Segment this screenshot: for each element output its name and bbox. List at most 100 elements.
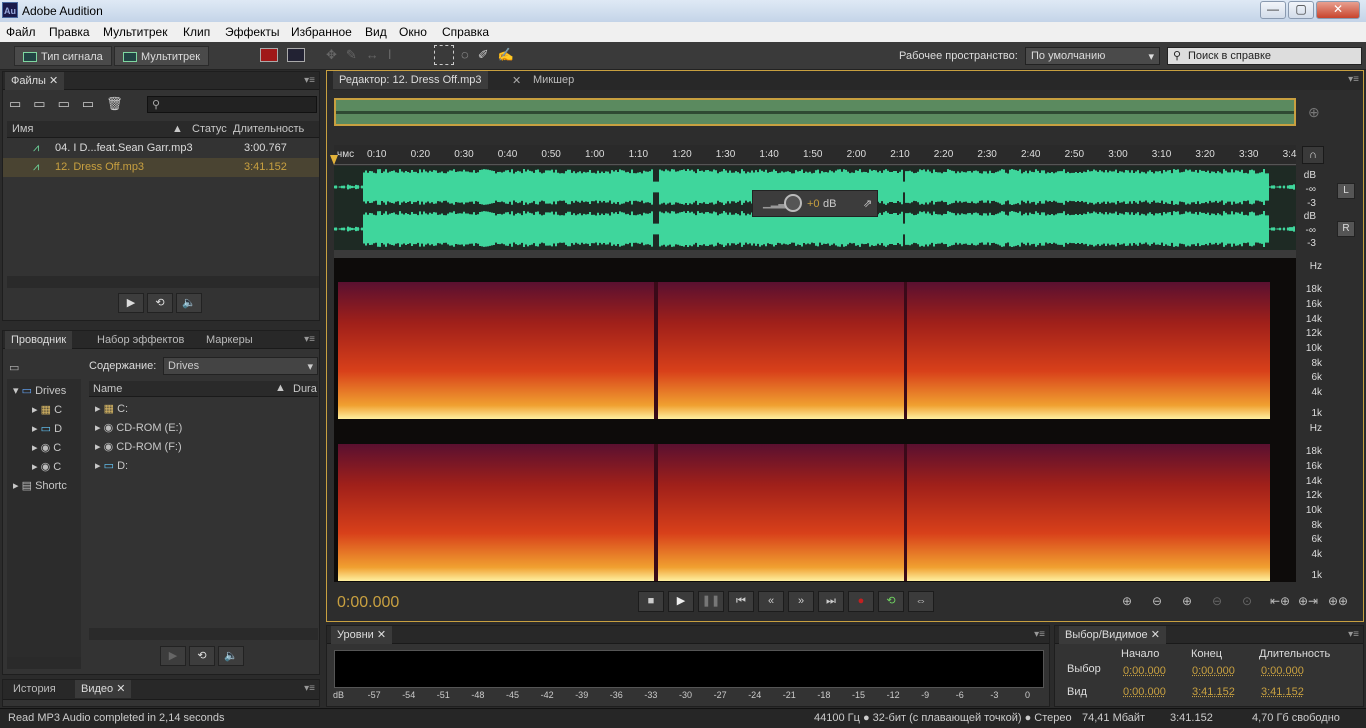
record-icon[interactable]: ●	[848, 591, 874, 612]
loop-icon[interactable]: ⟲	[878, 591, 904, 612]
tree-item[interactable]: ▸ ▤ Shortc	[7, 477, 81, 496]
skip-selection-icon[interactable]: ⇔	[908, 591, 934, 612]
panel-menu-icon[interactable]: ▾≡	[1034, 629, 1045, 640]
lasso-brush-tools[interactable]: ◌✐✍	[461, 47, 523, 63]
tree-item[interactable]: ▸ ▭ D	[7, 420, 81, 439]
zoom-out-amplitude-icon[interactable]: ⊖	[1152, 594, 1162, 608]
rewind-icon[interactable]: «	[758, 591, 784, 612]
drive-row[interactable]: ▸ ▭ D:	[89, 457, 318, 476]
drive-icon[interactable]: ▭	[9, 361, 19, 374]
tree-item[interactable]: ▾ ▭ Drives	[7, 382, 81, 401]
maximize-button[interactable]: ▢	[1288, 1, 1314, 19]
file-row[interactable]: ⩘ 04. I D...feat.Sean Garr.mp3 3:00.767	[3, 139, 319, 158]
spectral-pitch-icon[interactable]	[287, 48, 305, 62]
drive-row[interactable]: ▸ ◉ CD-ROM (F:)	[89, 438, 318, 457]
files-search-input[interactable]: ⚲	[147, 96, 317, 113]
hud-gain-control[interactable]: ▁▂▃ +0 dB ⇗	[752, 190, 878, 217]
zoom-out-point-icon[interactable]: ⊕⇥	[1298, 594, 1318, 608]
pause-icon[interactable]: ❚❚	[698, 591, 724, 612]
zoom-in-amplitude-icon[interactable]: ⊕	[1122, 594, 1132, 608]
loop-icon[interactable]: ⟲	[189, 646, 215, 666]
panel-menu-icon[interactable]: ▾≡	[1348, 74, 1359, 85]
drive-row[interactable]: ▸ ▦ C:	[89, 400, 318, 419]
panel-menu-icon[interactable]: ▾≡	[304, 75, 315, 86]
channel-l-toggle[interactable]: L	[1337, 183, 1355, 199]
play-icon[interactable]: ▶	[160, 646, 186, 666]
tree-item[interactable]: ▸ ◉ C	[7, 458, 81, 477]
horizontal-scrollbar[interactable]	[89, 628, 318, 640]
zoom-magnifier-icon[interactable]: ⊕	[1308, 104, 1320, 121]
zoom-out-time-icon[interactable]: ⊖	[1212, 594, 1222, 608]
menu-effects[interactable]: Эффекты	[225, 25, 280, 39]
waveform-view-button[interactable]: Тип сигнала	[14, 46, 112, 66]
spectral-display-left[interactable]	[334, 258, 1296, 420]
play-icon[interactable]: ▶	[118, 293, 144, 313]
current-time[interactable]: 0:00.000	[337, 594, 399, 612]
menu-favorites[interactable]: Избранное	[291, 25, 352, 39]
selection-start[interactable]: 0:00.000	[1123, 665, 1166, 677]
horizontal-scrollbar[interactable]	[7, 657, 81, 669]
close-icon[interactable]: ✕	[512, 74, 521, 87]
fast-forward-icon[interactable]: »	[788, 591, 814, 612]
column-duration[interactable]: Dura	[293, 383, 317, 395]
tab-history[interactable]: История	[7, 680, 62, 698]
tree-item[interactable]: ▸ ◉ C	[7, 439, 81, 458]
horizontal-scrollbar[interactable]	[7, 276, 319, 288]
play-icon[interactable]: ▶	[668, 591, 694, 612]
skip-end-icon[interactable]: ⏭	[818, 591, 844, 612]
tab-levels[interactable]: Уровни ✕	[331, 626, 393, 644]
tab-editor[interactable]: Редактор: 12. Dress Off.mp3	[333, 71, 488, 89]
gain-knob-icon[interactable]	[784, 194, 802, 212]
content-select[interactable]: Drives ▾	[163, 357, 318, 375]
zoom-full-icon[interactable]: ⊙	[1242, 594, 1252, 608]
tab-effects-rack[interactable]: Набор эффектов	[91, 331, 190, 349]
panel-menu-icon[interactable]: ▾≡	[1348, 629, 1359, 640]
edit-tools[interactable]: ✥✎↔Ⅰ	[326, 47, 401, 63]
overview-navigator[interactable]	[334, 98, 1296, 126]
headphones-icon[interactable]: ∩	[1302, 146, 1324, 164]
tab-selection[interactable]: Выбор/Видимое ✕	[1059, 626, 1166, 644]
channel-r-toggle[interactable]: R	[1337, 221, 1355, 237]
pin-icon[interactable]: ⇗	[863, 197, 872, 210]
view-divider[interactable]	[334, 250, 1296, 258]
view-end[interactable]: 3:41.152	[1192, 686, 1235, 698]
marquee-tool-icon[interactable]	[434, 45, 454, 65]
stop-icon[interactable]: ■	[638, 591, 664, 612]
menu-edit[interactable]: Правка	[49, 25, 90, 39]
autoplay-icon[interactable]: 🔈	[176, 293, 202, 313]
tab-files[interactable]: Файлы ✕	[5, 72, 65, 90]
skip-start-icon[interactable]: ⏮	[728, 591, 754, 612]
file-row-selected[interactable]: ⩘ 12. Dress Off.mp3 3:41.152	[3, 158, 319, 177]
column-status[interactable]: Статус	[192, 123, 227, 135]
help-search-input[interactable]: ⚲ Поиск в справке	[1167, 47, 1362, 65]
view-duration[interactable]: 3:41.152	[1261, 686, 1304, 698]
menu-help[interactable]: Справка	[442, 25, 489, 39]
drive-row[interactable]: ▸ ◉ CD-ROM (E:)	[89, 419, 318, 438]
minimize-button[interactable]: —	[1260, 1, 1286, 19]
tab-video[interactable]: Видео ✕	[75, 680, 132, 698]
column-name[interactable]: Имя	[12, 123, 33, 135]
spectral-display-right[interactable]	[334, 420, 1296, 582]
loop-icon[interactable]: ⟲	[147, 293, 173, 313]
tab-markers[interactable]: Маркеры	[200, 331, 259, 349]
menu-window[interactable]: Окно	[399, 25, 427, 39]
selection-duration[interactable]: 0:00.000	[1261, 665, 1304, 677]
view-start[interactable]: 0:00.000	[1123, 686, 1166, 698]
tree-item[interactable]: ▸ ▦ C	[7, 401, 81, 420]
autoplay-icon[interactable]: 🔈	[218, 646, 244, 666]
menu-multitrack[interactable]: Мультитрек	[103, 25, 167, 39]
menu-file[interactable]: Файл	[6, 25, 36, 39]
menu-view[interactable]: Вид	[365, 25, 387, 39]
selection-end[interactable]: 0:00.000	[1192, 665, 1235, 677]
tab-mixer[interactable]: Микшер	[527, 71, 580, 89]
panel-menu-icon[interactable]: ▾≡	[304, 334, 315, 345]
panel-menu-icon[interactable]: ▾≡	[304, 683, 315, 694]
zoom-in-point-icon[interactable]: ⇤⊕	[1270, 594, 1290, 608]
file-actions[interactable]: ▭▭▭▭🗑	[9, 96, 135, 112]
menu-clip[interactable]: Клип	[183, 25, 210, 39]
tab-browser[interactable]: Проводник	[5, 331, 73, 349]
zoom-selection-icon[interactable]: ⊕⊕	[1328, 594, 1348, 608]
close-button[interactable]: ✕	[1316, 1, 1360, 19]
multitrack-view-button[interactable]: Мультитрек	[114, 46, 210, 66]
column-duration[interactable]: Длительность	[233, 123, 304, 135]
